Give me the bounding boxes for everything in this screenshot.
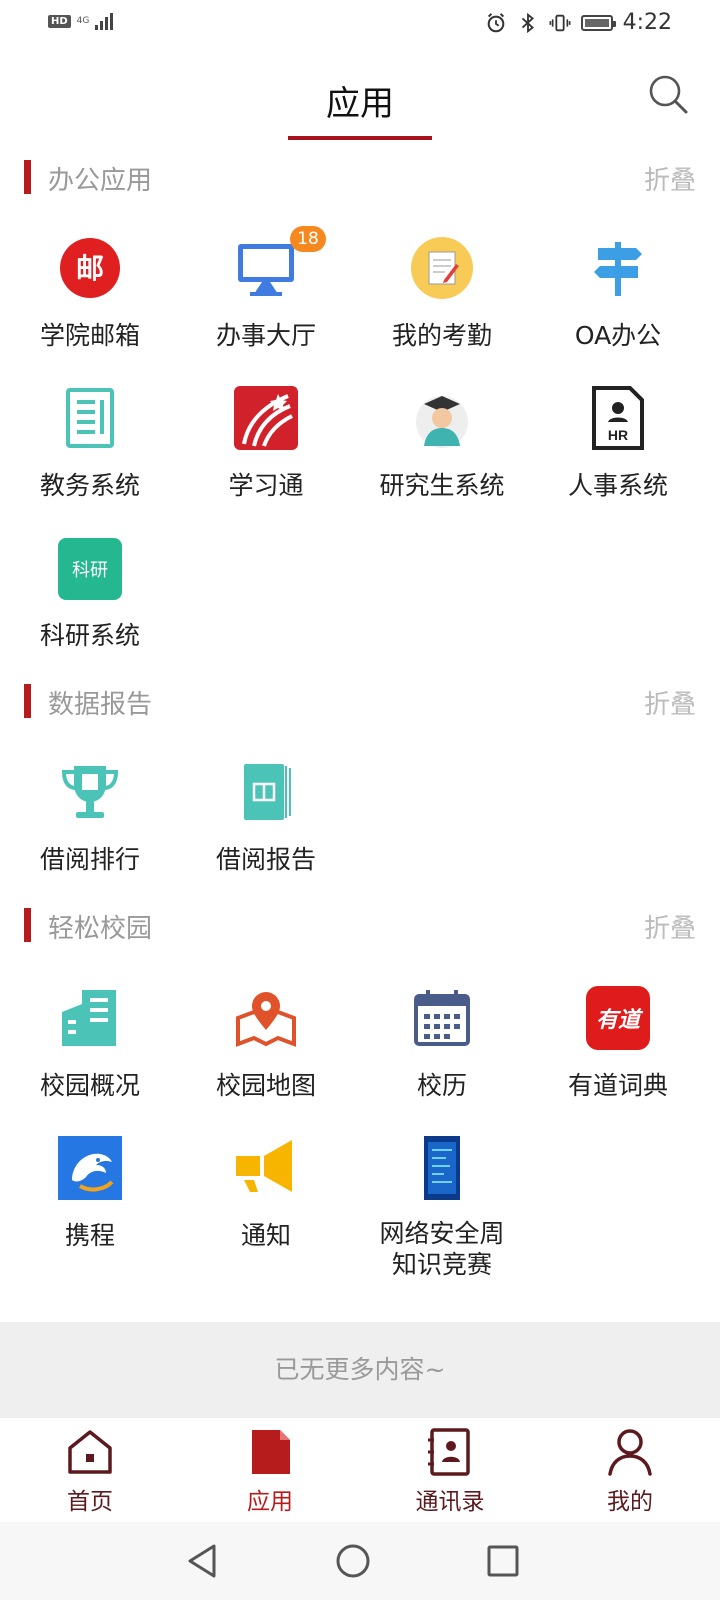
signal-icon [95, 12, 114, 30]
app-school-calendar[interactable]: 校历 [352, 986, 532, 1136]
app-notice[interactable]: 通知 [176, 1136, 356, 1286]
calendar-icon [414, 990, 470, 1046]
ctrip-icon [58, 1136, 122, 1200]
home-icon [68, 1430, 112, 1474]
section-title: 轻松校园 [48, 914, 153, 944]
header: 应用 [0, 48, 720, 144]
svg-text:有道: 有道 [596, 1007, 644, 1032]
section-title: 办公应用 [48, 166, 153, 196]
mail-icon: 邮 [60, 238, 120, 298]
status-bar: HD 4G 4:22 [0, 0, 720, 48]
app-borrow-report[interactable]: 借阅报告 [176, 760, 356, 910]
security-week-icon [424, 1136, 460, 1200]
notification-badge: 18 [290, 226, 326, 252]
megaphone-icon [236, 1140, 292, 1192]
app-service-hall[interactable]: 办事大厅 [176, 236, 356, 386]
monitor-icon [238, 244, 294, 296]
app-graduate-system[interactable]: 研究生系统 [352, 386, 532, 536]
svg-text:HR: HR [608, 427, 628, 443]
profile-icon [608, 1429, 652, 1476]
app-ctrip[interactable]: 携程 [0, 1136, 180, 1286]
app-xuexitong[interactable]: 学习通 [176, 386, 356, 536]
section-header-office: 办公应用 折叠 [0, 156, 720, 198]
graduate-icon [416, 396, 468, 448]
hr-icon: HR [592, 386, 644, 450]
system-nav-bar [0, 1522, 720, 1600]
app-oa[interactable]: OA办公 [528, 236, 708, 386]
building-icon [62, 990, 116, 1046]
nav-contacts[interactable]: 通讯录 [360, 1418, 540, 1522]
vibrate-icon [549, 14, 571, 31]
contacts-icon [428, 1428, 470, 1476]
section-header-data-report: 数据报告 折叠 [0, 680, 720, 722]
map-icon [236, 992, 296, 1047]
signpost-icon [594, 242, 642, 296]
svg-text:科研: 科研 [72, 560, 108, 580]
youdao-icon: 有道 [586, 986, 650, 1050]
app-research-system[interactable]: 科研 科研系统 [0, 536, 180, 686]
document-icon [66, 388, 114, 448]
recents-icon[interactable] [482, 1540, 524, 1582]
app-hr-system[interactable]: HR 人事系统 [528, 386, 708, 536]
title-underline [288, 136, 432, 140]
app-college-mail[interactable]: 邮 学院邮箱 [0, 236, 180, 386]
svg-text:邮: 邮 [76, 253, 104, 284]
hd-indicator: HD [48, 14, 71, 28]
app-academic-system[interactable]: 教务系统 [0, 386, 180, 536]
no-more-content: 已无更多内容~ [0, 1322, 720, 1418]
clock: 4:22 [622, 10, 672, 35]
nav-apps[interactable]: 应用 [180, 1418, 360, 1522]
section-title: 数据报告 [48, 690, 153, 720]
fold-button[interactable]: 折叠 [644, 908, 696, 945]
section-header-campus: 轻松校园 折叠 [0, 904, 720, 946]
nav-home[interactable]: 首页 [0, 1418, 180, 1522]
battery-icon [580, 14, 616, 31]
app-youdao-dictionary[interactable]: 有道 有道词典 [528, 986, 708, 1136]
apps-icon [252, 1430, 290, 1474]
bottom-nav: 首页 应用 通讯录 我的 [0, 1418, 720, 1522]
back-icon[interactable] [182, 1540, 224, 1582]
app-borrow-ranking[interactable]: 借阅排行 [0, 760, 180, 910]
network-type: 4G [76, 15, 90, 26]
fold-button[interactable]: 折叠 [644, 160, 696, 197]
search-icon[interactable] [646, 72, 690, 116]
alarm-icon [487, 12, 504, 32]
bluetooth-icon [521, 12, 534, 33]
nav-profile[interactable]: 我的 [540, 1418, 720, 1522]
book-icon [244, 764, 291, 820]
app-attendance[interactable]: 我的考勤 [352, 236, 532, 386]
home-circle-icon[interactable] [332, 1540, 374, 1582]
fold-button[interactable]: 折叠 [644, 684, 696, 721]
xuexitong-icon [234, 386, 298, 450]
app-campus-map[interactable]: 校园地图 [176, 986, 356, 1136]
app-security-week-quiz[interactable]: 网络安全周 知识竞赛 [352, 1136, 532, 1286]
research-icon: 科研 [58, 538, 122, 600]
page-title: 应用 [326, 84, 394, 124]
attendance-icon [411, 237, 473, 299]
app-campus-overview[interactable]: 校园概况 [0, 986, 180, 1136]
trophy-icon [61, 766, 119, 818]
